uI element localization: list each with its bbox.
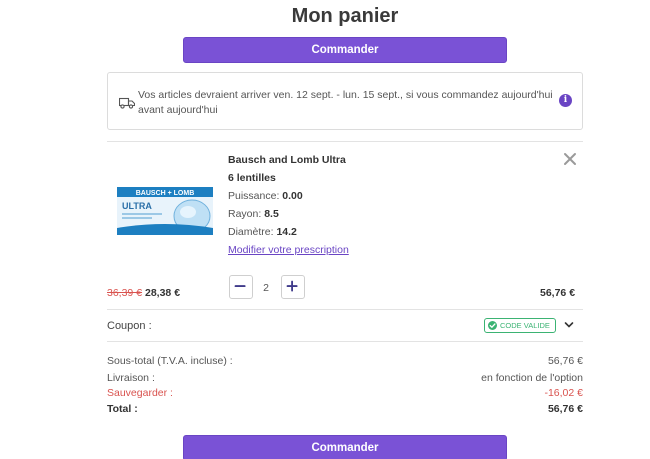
shipping-label: Livraison : — [107, 372, 155, 384]
divider — [107, 141, 583, 142]
spec-diameter-value: 14.2 — [276, 226, 297, 238]
product-lenses: 6 lentilles — [228, 172, 276, 184]
quantity-increase-button[interactable] — [281, 275, 305, 299]
shipping-value: en fonction de l'option — [481, 372, 583, 384]
delivery-text: Vos articles devraient arriver ven. 12 s… — [138, 89, 553, 116]
spec-power-value: 0.00 — [282, 190, 303, 202]
coupon-label: Coupon : — [107, 320, 152, 332]
subtotal-label: Sous-total (T.V.A. incluse) : — [107, 355, 233, 367]
line-total: 56,76 € — [540, 287, 576, 299]
product-image: BAUSCH + LOMB ULTRA — [116, 184, 214, 238]
plus-icon — [286, 280, 298, 292]
quantity-value[interactable]: 2 — [258, 282, 274, 294]
product-image-name: ULTRA — [122, 201, 152, 211]
savings-label: Sauvegarder : — [107, 387, 173, 399]
spec-radius-value: 8.5 — [264, 208, 279, 220]
coupon-valid-badge: CODE VALIDE — [484, 318, 556, 333]
old-price: 36,39 € — [107, 287, 143, 299]
minus-icon — [234, 285, 246, 287]
product-image-brand: BAUSCH + LOMB — [136, 190, 195, 197]
total-value: 56,76 € — [547, 403, 583, 415]
spec-power-label: Puissance: — [228, 190, 280, 202]
spec-power: Puissance: 0.00 — [228, 190, 303, 202]
subtotal-value: 56,76 € — [547, 355, 583, 367]
checkout-button-bottom[interactable]: Commander — [183, 435, 507, 459]
divider — [107, 309, 583, 310]
unit-price: 28,38 € — [145, 287, 181, 299]
modify-prescription-link[interactable]: Modifier votre prescription — [228, 244, 349, 256]
spec-radius-label: Rayon: — [228, 208, 262, 220]
quantity-decrease-button[interactable] — [229, 275, 253, 299]
product-name: Bausch and Lomb Ultra — [228, 154, 346, 166]
close-icon[interactable] — [563, 152, 577, 166]
spec-diameter: Diamètre: 14.2 — [228, 226, 297, 238]
spec-diameter-label: Diamètre: — [228, 226, 274, 238]
check-icon — [488, 321, 497, 330]
total-label: Total : — [107, 403, 138, 415]
delivery-notice: Vos articles devraient arriver ven. 12 s… — [107, 72, 583, 130]
page-title: Mon panier — [291, 5, 399, 27]
spec-radius: Rayon: 8.5 — [228, 208, 279, 220]
info-icon[interactable]: i — [559, 94, 572, 107]
savings-value: -16,02 € — [544, 387, 583, 399]
divider — [107, 341, 583, 342]
coupon-badge-text: CODE VALIDE — [500, 321, 550, 330]
chevron-down-icon[interactable] — [564, 320, 574, 330]
checkout-button-top[interactable]: Commander — [183, 37, 507, 63]
truck-icon — [119, 97, 135, 109]
